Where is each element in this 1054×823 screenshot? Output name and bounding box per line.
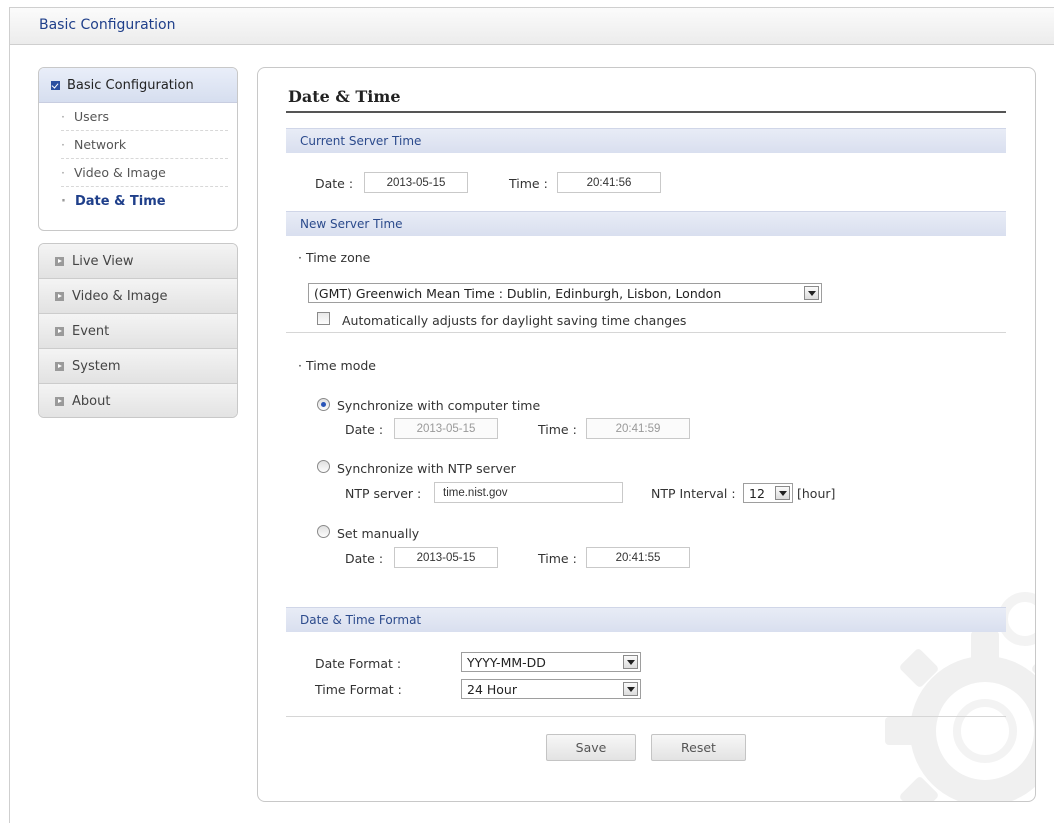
- timezone-select[interactable]: (GMT) Greenwich Mean Time : Dublin, Edin…: [308, 283, 822, 303]
- sync-computer-date-field: 2013-05-15: [394, 418, 498, 439]
- set-manually-label: Set manually: [337, 526, 420, 541]
- sidebar-basic-config: Basic Configuration · Users · Network · …: [38, 67, 238, 231]
- expand-arrow-icon: [55, 291, 64, 301]
- sync-computer-time-field: 20:41:59: [586, 418, 690, 439]
- divider: [286, 332, 1006, 333]
- top-bar: Basic Configuration: [9, 7, 1054, 45]
- bullet-icon: ·: [61, 193, 66, 209]
- expand-arrow-icon: [55, 326, 64, 336]
- time-format-label: Time Format :: [315, 682, 402, 697]
- expand-arrow-icon: [55, 397, 64, 406]
- sidebar-item-video-image[interactable]: · Video & Image: [61, 159, 228, 187]
- section-label: New Server Time: [300, 217, 403, 231]
- sidebar-item-label: Video & Image: [72, 288, 168, 304]
- timemode-label: · Time mode: [298, 358, 376, 373]
- manual-date-input[interactable]: 2013-05-15: [394, 547, 498, 568]
- divider: [286, 716, 1006, 717]
- section-label: Current Server Time: [300, 134, 422, 148]
- section-current-server-time: Current Server Time: [286, 128, 1006, 153]
- ntp-interval-select[interactable]: 12: [743, 483, 793, 503]
- ntp-server-label: NTP server :: [345, 486, 422, 501]
- sidebar-group-basic-configuration[interactable]: Basic Configuration: [39, 68, 237, 103]
- sidebar-item-label: Event: [72, 323, 110, 339]
- header-title: Basic Configuration: [39, 17, 176, 33]
- timemode-label-text: Time mode: [305, 358, 376, 373]
- manual-time-label: Time :: [538, 551, 577, 566]
- ntp-interval-value: 12: [749, 485, 765, 501]
- sync-computer-label: Synchronize with computer time: [337, 398, 541, 413]
- date-format-value: YYYY-MM-DD: [467, 654, 546, 670]
- sidebar-item-label: Users: [73, 109, 109, 124]
- sidebar-item-label: About: [72, 394, 111, 409]
- timezone-label-text: Time zone: [305, 250, 371, 265]
- section-date-time-format: Date & Time Format: [286, 607, 1006, 632]
- sidebar-item-about[interactable]: About: [39, 384, 237, 417]
- chevron-down-icon[interactable]: [623, 682, 638, 696]
- current-time-field: 20:41:56: [557, 172, 661, 193]
- main-panel: Date & Time Current Server Time Date : 2…: [257, 67, 1036, 802]
- radio-set-manually[interactable]: [317, 525, 330, 538]
- chevron-down-icon[interactable]: [775, 486, 790, 500]
- ntp-interval-label: NTP Interval :: [651, 486, 736, 501]
- sync-ntp-label: Synchronize with NTP server: [337, 461, 516, 476]
- date-format-select[interactable]: YYYY-MM-DD: [461, 652, 641, 672]
- section-label: Date & Time Format: [300, 613, 422, 627]
- sidebar-menu: Live View Video & Image Event System Abo…: [38, 243, 238, 418]
- expand-arrow-icon: [55, 256, 64, 266]
- radio-sync-ntp[interactable]: [317, 460, 330, 473]
- page-title: Date & Time: [288, 87, 401, 106]
- radio-sync-computer[interactable]: [317, 398, 330, 411]
- title-divider: [286, 111, 1006, 113]
- sidebar-item-system[interactable]: System: [39, 349, 237, 384]
- time-format-select[interactable]: 24 Hour: [461, 679, 641, 699]
- expanded-check-icon: [51, 80, 60, 90]
- sync-computer-time-label: Time :: [538, 422, 577, 437]
- date-format-label: Date Format :: [315, 656, 402, 671]
- chevron-down-icon[interactable]: [623, 655, 638, 669]
- sidebar-item-network[interactable]: · Network: [61, 131, 228, 159]
- sidebar-item-event[interactable]: Event: [39, 314, 237, 349]
- sidebar-item-video-image-menu[interactable]: Video & Image: [39, 279, 237, 314]
- chevron-down-icon[interactable]: [804, 286, 819, 300]
- save-button[interactable]: Save: [546, 734, 636, 761]
- dst-checkbox[interactable]: [317, 312, 330, 325]
- frame-border: [9, 45, 10, 823]
- ntp-server-input[interactable]: time.nist.gov: [434, 482, 623, 503]
- section-new-server-time: New Server Time: [286, 211, 1006, 236]
- sidebar-item-label: Date & Time: [74, 193, 166, 209]
- current-date-label: Date :: [315, 176, 354, 191]
- bullet-icon: ·: [61, 137, 65, 152]
- sidebar-item-users[interactable]: · Users: [61, 103, 228, 131]
- sidebar-item-label: System: [72, 358, 121, 374]
- current-date-field: 2013-05-15: [364, 172, 468, 193]
- sidebar-item-label: Network: [73, 137, 127, 152]
- sidebar-item-date-time[interactable]: · Date & Time: [61, 187, 228, 215]
- sidebar-item-label: Live View: [72, 253, 134, 269]
- ntp-interval-unit: [hour]: [797, 486, 836, 501]
- manual-time-input[interactable]: 20:41:55: [586, 547, 690, 568]
- dst-label: Automatically adjusts for daylight savin…: [342, 313, 687, 328]
- sidebar-item-label: Video & Image: [73, 165, 166, 180]
- reset-button[interactable]: Reset: [651, 734, 746, 761]
- sidebar-group-label: Basic Configuration: [67, 77, 194, 93]
- sidebar-item-live-view[interactable]: Live View: [39, 244, 237, 279]
- sync-computer-date-label: Date :: [345, 422, 384, 437]
- bullet-icon: ·: [61, 109, 65, 124]
- expand-arrow-icon: [55, 361, 64, 371]
- timezone-label: · Time zone: [298, 250, 371, 265]
- current-time-label: Time :: [509, 176, 548, 191]
- time-format-value: 24 Hour: [467, 681, 517, 697]
- timezone-selected-value: (GMT) Greenwich Mean Time : Dublin, Edin…: [314, 285, 722, 301]
- bullet-icon: ·: [61, 165, 65, 180]
- manual-date-label: Date :: [345, 551, 384, 566]
